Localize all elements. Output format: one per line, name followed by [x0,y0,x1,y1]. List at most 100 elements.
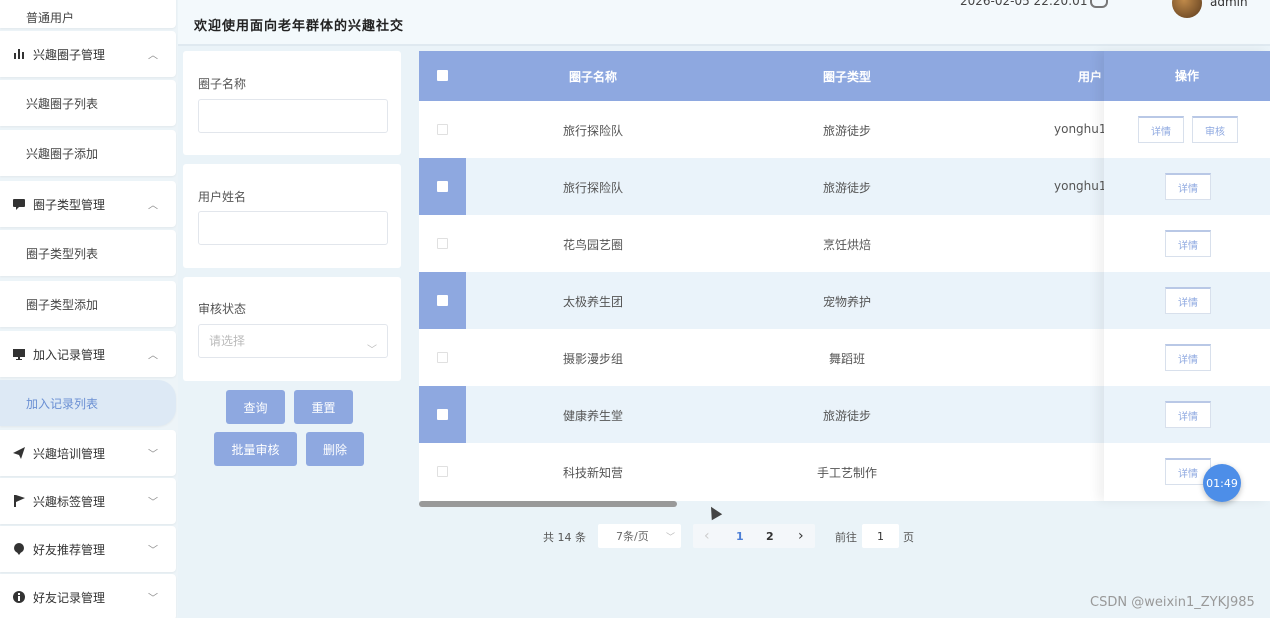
checkbox-cell [419,443,466,500]
ops-row: 详情 [1104,386,1270,443]
chevron-down-icon: ﹀ [148,593,158,605]
row-checkbox[interactable] [437,466,448,477]
sidebar-group-circle-management[interactable]: 兴趣圈子管理 ︿ [0,31,176,77]
detail-button[interactable]: 详情 [1138,116,1184,143]
next-page-button[interactable]: › [798,528,804,544]
sidebar-group-tag-management[interactable]: 兴趣标签管理 ﹀ [0,478,176,524]
ops-row: 详情 [1104,272,1270,329]
column-header-user[interactable]: 用户 [1078,68,1102,85]
sidebar-item-circle-type-list[interactable]: 圈子类型列表 [0,230,176,276]
goto-page-input[interactable]: 1 [862,524,899,548]
sidebar-group-friend-recommend-management[interactable]: 好友推荐管理 ﹀ [0,526,176,572]
checkbox-cell [419,215,466,272]
chevron-down-icon: ﹀ [665,532,675,543]
sidebar-group-join-record-management[interactable]: 加入记录管理 ︿ [0,331,176,377]
review-button[interactable]: 审核 [1192,116,1238,143]
delete-button[interactable]: 删除 [306,432,364,466]
cell-circle-type: 宠物养护 [823,295,872,309]
sidebar-item-circle-list[interactable]: 兴趣圈子列表 [0,80,176,126]
horizontal-scrollbar[interactable] [419,501,677,507]
search-card-status: 审核状态 请选择 ﹀ [183,277,401,381]
ops-row: 详情 审核 [1104,101,1270,158]
cell-circle-name: 旅行探险队 [563,181,624,195]
prev-page-button[interactable]: ‹ [704,528,710,544]
goto-label: 前往 [835,531,857,544]
page-size-value: 7条/页 [616,530,649,543]
sidebar-item-circle-add[interactable]: 兴趣圈子添加 [0,130,176,176]
page-1-button[interactable]: 1 [736,530,744,543]
user-name-input[interactable] [198,211,388,245]
sidebar-item-label: 兴趣培训管理 [33,446,106,461]
detail-button[interactable]: 详情 [1165,287,1211,314]
detail-button[interactable]: 详情 [1165,230,1211,257]
column-header-circle-type[interactable]: 圈子类型 [823,68,871,85]
search-card-circle-name: 圈子名称 [183,51,401,155]
chevron-down-icon: ﹀ [148,545,158,557]
batch-review-button[interactable]: 批量审核 [214,432,297,466]
query-button[interactable]: 查询 [226,390,285,424]
chevron-up-icon: ︿ [148,50,158,62]
sidebar-group-circle-type-management[interactable]: 圈子类型管理 ︿ [0,181,176,227]
row-checkbox[interactable] [437,409,448,420]
select-all-checkbox[interactable] [437,70,448,81]
chevron-down-icon: ﹀ [148,497,158,509]
sidebar-item-label: 圈子类型添加 [26,297,99,312]
page-title: 欢迎使用面向老年群体的兴趣社交 [194,19,405,34]
cell-circle-name: 旅行探险队 [563,124,624,138]
sidebar-item-label: 加入记录列表 [26,396,99,411]
cell-circle-name: 健康养生堂 [563,409,624,423]
search-card-user-name: 用户姓名 [183,164,401,268]
sidebar-item-label: 圈子类型管理 [33,197,106,212]
page-2-button[interactable]: 2 [766,530,774,543]
chevron-up-icon: ︿ [148,350,158,362]
avatar[interactable] [1172,0,1202,18]
sidebar-item-join-record-list[interactable]: 加入记录列表 [0,380,176,426]
detail-button[interactable]: 详情 [1165,173,1211,200]
page-size-select[interactable]: 7条/页 ﹀ [598,524,681,548]
bell-icon[interactable] [1090,0,1108,8]
row-checkbox[interactable] [437,124,448,135]
username[interactable]: admin [1210,0,1248,9]
row-checkbox[interactable] [437,352,448,363]
column-header-circle-name[interactable]: 圈子名称 [569,68,617,85]
sidebar-group-training-management[interactable]: 兴趣培训管理 ﹀ [0,430,176,476]
cell-circle-type: 旅游徒步 [823,409,872,423]
top-header: 欢迎使用面向老年群体的兴趣社交 2026-02-05 22:20:01 admi… [178,0,1270,46]
monitor-icon [12,347,26,361]
reset-button[interactable]: 重置 [294,390,353,424]
chat-bubble-icon [12,197,26,211]
checkbox-cell [419,386,466,443]
pagination-total: 共 14 条 [543,531,586,544]
sidebar-item-label: 普通用户 [26,10,75,25]
status-select[interactable]: 请选择 ﹀ [198,324,388,358]
operations-column: 操作 详情 审核 详情 详情 详情 详情 详情 详情 [1104,51,1270,501]
chevron-down-icon: ﹀ [367,345,377,356]
sidebar-group-friend-record-management[interactable]: 好友记录管理 ﹀ [0,574,176,618]
checkbox-cell [419,329,466,386]
sidebar-item-circle-type-add[interactable]: 圈子类型添加 [0,281,176,327]
sidebar-item-label: 圈子类型列表 [26,246,99,261]
detail-button[interactable]: 详情 [1165,344,1211,371]
row-checkbox[interactable] [437,238,448,249]
sidebar-item-normal-user[interactable]: 普通用户 [0,0,176,28]
status-label: 审核状态 [198,302,247,316]
checkbox-cell [419,272,466,329]
row-checkbox[interactable] [437,181,448,192]
detail-button[interactable]: 详情 [1165,401,1211,428]
circle-name-input[interactable] [198,99,388,133]
user-name-label: 用户姓名 [198,190,247,204]
goto-page-value: 1 [877,529,884,543]
datetime-display: 2026-02-05 22:20:01 [960,0,1088,8]
sidebar-item-label: 兴趣标签管理 [33,494,106,509]
status-placeholder: 请选择 [209,334,246,348]
bar-chart-icon [12,47,26,61]
sidebar-item-label: 好友推荐管理 [33,542,106,557]
checkbox-cell [419,101,466,158]
paper-plane-icon [12,446,26,460]
info-icon [12,590,26,604]
row-checkbox[interactable] [437,295,448,306]
cell-circle-type: 旅游徒步 [823,181,872,195]
recording-timer[interactable]: 01:49 [1203,464,1241,502]
cell-user: yonghu1- [1054,179,1111,193]
ops-row: 详情 [1104,329,1270,386]
